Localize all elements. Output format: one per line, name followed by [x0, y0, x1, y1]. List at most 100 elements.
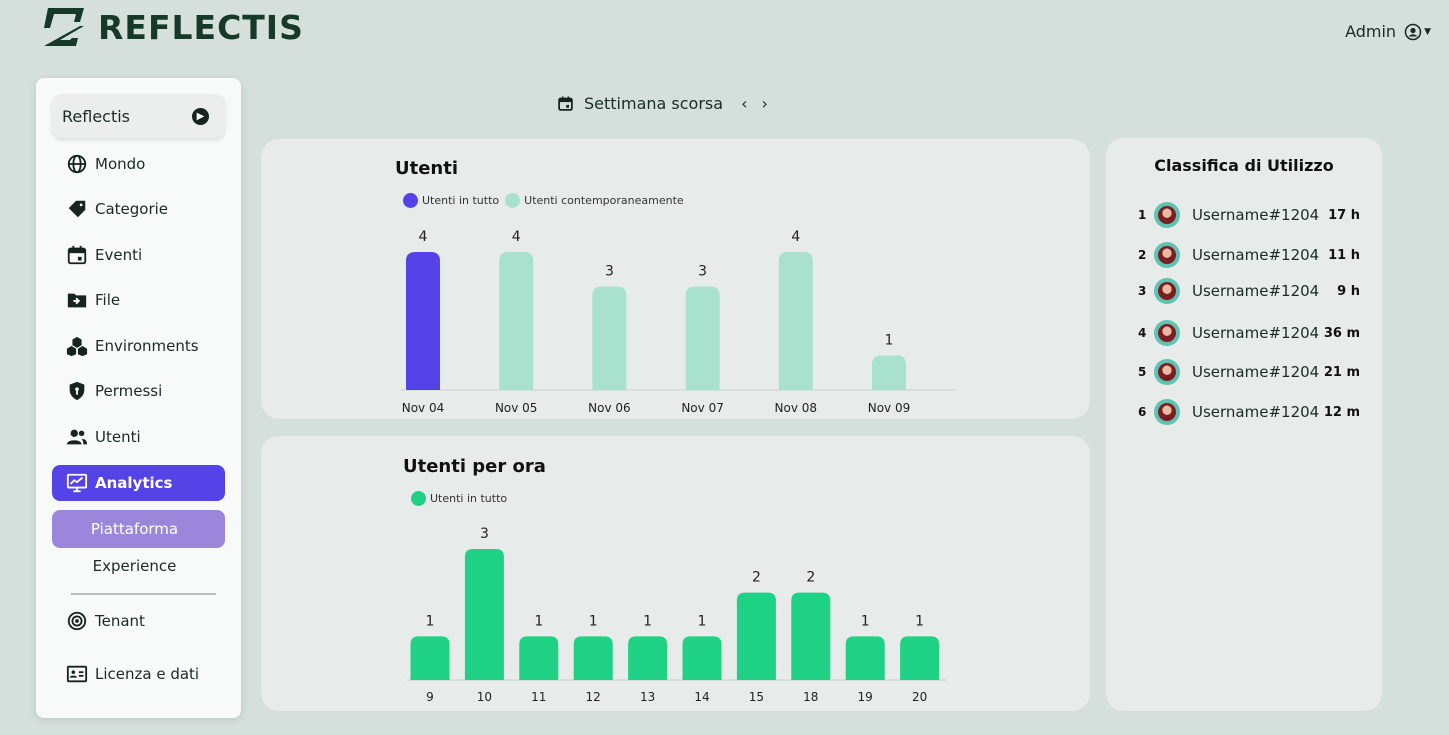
x-tick-label: 15	[749, 690, 764, 704]
sidebar-item-tenant[interactable]: Tenant	[52, 603, 225, 639]
bar-value-label: 1	[698, 613, 707, 629]
chart-monitor-icon	[66, 473, 88, 493]
usage-time: 12 m	[1323, 404, 1360, 420]
avatar-face	[1158, 206, 1176, 224]
username: Username#1204	[1192, 206, 1320, 224]
avatar	[1154, 399, 1180, 425]
bar	[406, 252, 440, 390]
hourly-users-bar-chart: 19310111112113114215218119120	[407, 526, 947, 704]
sidebar-item-categorie[interactable]: Categorie	[52, 191, 225, 227]
bar	[685, 286, 720, 390]
usage-ranking-card: Classifica di Utilizzo 1 Username#1204 17 …	[1106, 138, 1382, 711]
avatar	[1154, 202, 1180, 228]
username: Username#1204	[1192, 363, 1320, 381]
avatar-face	[1158, 403, 1176, 421]
ranking-row[interactable]: 3 Username#1204 9 h	[1138, 278, 1360, 304]
usage-time: 17 h	[1328, 207, 1360, 223]
bar	[900, 636, 940, 680]
bar-value-label: 3	[605, 264, 614, 280]
ranking-row[interactable]: 5 Username#1204 21 m	[1138, 359, 1360, 385]
target-icon	[67, 611, 87, 631]
bar-value-label: 3	[698, 264, 707, 280]
username: Username#1204	[1192, 282, 1320, 300]
sidebar-item-environments[interactable]: Environments	[52, 328, 225, 364]
sidebar-item-label: Eventi	[95, 246, 143, 264]
bar-value-label: 4	[419, 229, 428, 245]
bar-value-label: 1	[915, 613, 924, 629]
username: Username#1204	[1192, 246, 1320, 264]
sidebar-item-label: Permessi	[95, 382, 163, 400]
hourly-users-chart-card: Utenti per ora Utenti in tutto 1 9 3 10 1 11 1…	[261, 436, 1090, 711]
bar-value-label: 2	[806, 570, 815, 586]
rank-number: 4	[1138, 326, 1147, 340]
bar	[845, 636, 885, 680]
sidebar-item-file[interactable]: File	[52, 282, 225, 318]
bar-value-label: 1	[861, 613, 870, 629]
ranking-row[interactable]: 1 Username#1204 17 h	[1138, 202, 1360, 228]
sidebar-item-eventi[interactable]: Eventi	[52, 237, 225, 273]
x-tick-label: 19	[858, 690, 873, 704]
x-tick-label: Nov 07	[681, 401, 724, 415]
usage-time: 36 m	[1323, 325, 1360, 341]
avatar-face	[1158, 282, 1176, 300]
account-label: Admin	[1345, 22, 1397, 41]
calendar-icon	[67, 245, 87, 265]
sidebar-divider	[71, 593, 216, 595]
brand-name: REFLECTIS	[98, 7, 304, 47]
x-tick-label: 12	[586, 690, 601, 704]
sidebar-subitem-label: Piattaforma	[90, 520, 179, 538]
x-tick-label: Nov 08	[775, 401, 818, 415]
avatar-face	[1158, 363, 1176, 381]
x-tick-label: 18	[803, 690, 818, 704]
bar	[682, 636, 722, 680]
chevron-left-icon[interactable]: ‹	[741, 94, 747, 113]
sidebar-item-mondo[interactable]: Mondo	[52, 146, 225, 182]
ranking-row[interactable]: 4 Username#1204 36 m	[1138, 320, 1360, 346]
avatar-face	[1158, 246, 1176, 264]
bar	[464, 549, 504, 680]
tenant-name: Reflectis	[62, 106, 131, 126]
reflectis-logo[interactable]: REFLECTIS	[40, 4, 304, 50]
bar-value-label: 1	[643, 613, 652, 629]
folder-icon	[67, 293, 87, 308]
bar-value-label: 1	[426, 613, 435, 629]
x-tick-label: Nov 05	[495, 401, 538, 415]
sidebar-item-label: Mondo	[95, 155, 146, 173]
chevron-right-icon[interactable]: ›	[761, 94, 767, 113]
tag-icon	[68, 200, 86, 218]
bar	[736, 592, 776, 680]
bar	[410, 636, 450, 680]
ranking-row[interactable]: 6 Username#1204 12 m	[1138, 399, 1360, 425]
sidebar-item-licenza[interactable]: Licenza e dati	[52, 656, 225, 692]
sidebar-item-label: Licenza e dati	[95, 665, 200, 683]
sidebar-item-utenti[interactable]: Utenti	[52, 419, 225, 455]
bar-value-label: 1	[885, 333, 894, 349]
x-tick-label: 11	[531, 690, 546, 704]
sidebar: Reflectis ▶ Mondo Categorie Eventi File …	[36, 78, 241, 718]
bar	[573, 636, 613, 680]
rank-number: 6	[1138, 405, 1147, 419]
account-menu[interactable]: Admin ▼	[1345, 22, 1431, 41]
avatar-face	[1158, 324, 1176, 342]
bar	[592, 286, 627, 390]
sidebar-item-label: File	[95, 291, 121, 309]
bar-value-label: 4	[512, 229, 521, 245]
bar	[499, 252, 534, 390]
sidebar-subitem-piattaforma[interactable]: Piattaforma	[52, 510, 225, 548]
rank-number: 2	[1138, 248, 1147, 262]
x-tick-label: Nov 04	[402, 401, 445, 415]
bar-value-label: 3	[480, 526, 489, 542]
date-range-selector[interactable]: Settimana scorsa ‹ ›	[557, 94, 768, 113]
usage-time: 21 m	[1323, 364, 1360, 380]
sidebar-subitem-experience[interactable]: Experience	[52, 547, 225, 585]
tenant-selector[interactable]: Reflectis ▶	[52, 94, 225, 138]
usage-time: 11 h	[1328, 247, 1360, 263]
bar	[872, 355, 906, 390]
license-icon	[66, 665, 88, 683]
username: Username#1204	[1192, 403, 1320, 421]
usage-time: 9 h	[1337, 283, 1360, 299]
sidebar-item-permessi[interactable]: Permessi	[52, 373, 225, 409]
ranking-row[interactable]: 2 Username#1204 11 h	[1138, 242, 1360, 268]
sidebar-item-analytics[interactable]: Analytics	[52, 465, 225, 501]
avatar	[1154, 278, 1180, 304]
